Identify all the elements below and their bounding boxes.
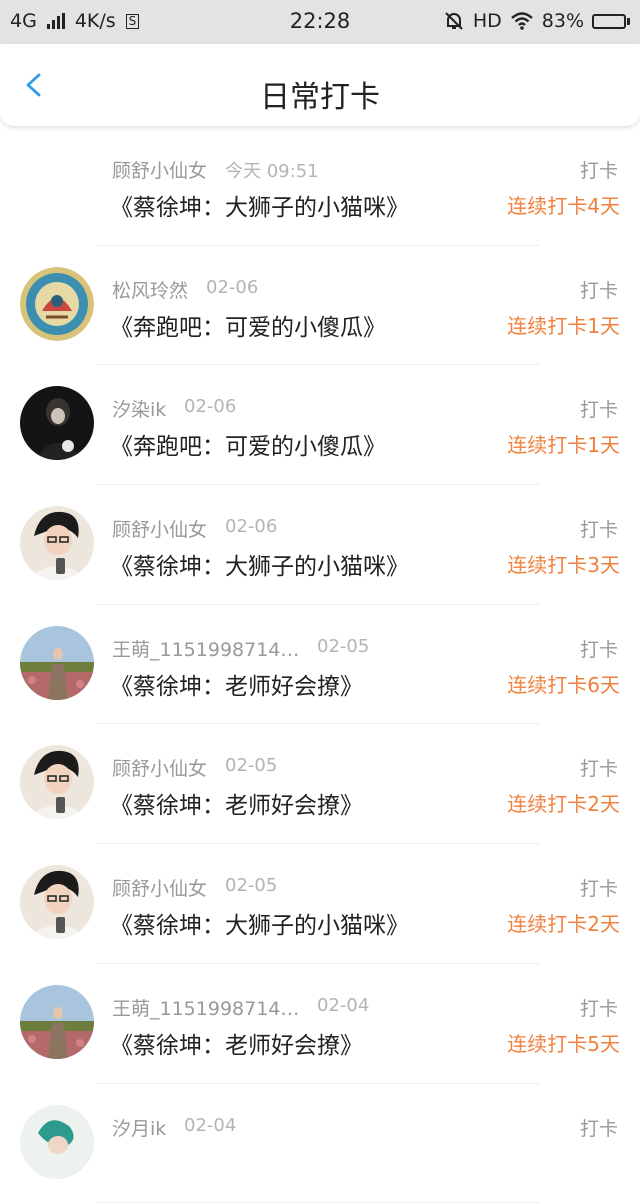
battery-icon <box>592 14 630 29</box>
book-title[interactable]: 《蔡徐坤：大狮子的小猫咪》 <box>110 906 409 940</box>
book-title[interactable]: 《蔡徐坤：老师好会撩》 <box>110 667 363 701</box>
checkin-time: 02-06 <box>206 277 258 298</box>
checkin-time: 02-05 <box>225 875 277 896</box>
streak-label: 连续打卡1天 <box>507 429 620 458</box>
book-title[interactable]: 《蔡徐坤：大狮子的小猫咪》 <box>110 188 409 222</box>
checkin-time: 02-06 <box>225 516 277 537</box>
checkin-list: 顾舒小仙女今天 09:51《蔡徐坤：大狮子的小猫咪》打卡连续打卡4天松风玲然02… <box>0 126 640 1203</box>
header: 日常打卡 <box>0 44 640 126</box>
streak-label: 连续打卡4天 <box>507 190 620 219</box>
book-title[interactable]: 《蔡徐坤：老师好会撩》 <box>110 786 363 820</box>
checkin-item[interactable]: 汐月ik 02-04 打卡 <box>0 1084 640 1203</box>
checkin-item[interactable]: 王萌_1151998714… 02-04 《蔡徐坤：老师好会撩》 打卡连续打卡5天 <box>0 964 640 1084</box>
checkin-action-label: 打卡 <box>580 635 618 662</box>
wifi-icon <box>510 11 534 31</box>
page-title: 日常打卡 <box>0 72 640 116</box>
checkin-item[interactable]: 顾舒小仙女 02-06 《蔡徐坤：大狮子的小猫咪》 打卡连续打卡3天 <box>0 485 640 605</box>
streak-label: 连续打卡2天 <box>507 908 620 937</box>
user-name: 顾舒小仙女 <box>112 754 207 781</box>
book-title[interactable]: 《奔跑吧：可爱的小傻瓜》 <box>110 308 386 342</box>
checkin-item[interactable]: 顾舒小仙女 02-05 《蔡徐坤：大狮子的小猫咪》 打卡连续打卡2天 <box>0 844 640 964</box>
user-name: 顾舒小仙女 <box>112 874 207 901</box>
checkin-action-label: 打卡 <box>580 395 618 422</box>
checkin-item[interactable]: 顾舒小仙女 02-05 《蔡徐坤：老师好会撩》 打卡连续打卡2天 <box>0 724 640 844</box>
battery-percent: 83% <box>542 10 584 32</box>
status-right: HD 83% <box>443 10 630 32</box>
avatar[interactable] <box>20 865 94 939</box>
checkin-time: 02-06 <box>184 396 236 417</box>
checkin-action-label: 打卡 <box>580 156 618 183</box>
user-name: 松风玲然 <box>112 276 188 303</box>
checkin-action-label: 打卡 <box>580 276 618 303</box>
user-name: 汐月ik <box>112 1114 166 1141</box>
streak-label: 连续打卡1天 <box>507 310 620 339</box>
streak-label: 连续打卡6天 <box>507 669 620 698</box>
avatar[interactable] <box>20 386 94 460</box>
checkin-time: 02-05 <box>317 636 369 657</box>
streak-label: 连续打卡5天 <box>507 1028 620 1057</box>
checkin-time: 02-04 <box>184 1115 236 1136</box>
checkin-action-label: 打卡 <box>580 754 618 781</box>
checkin-time: 今天 09:51 <box>225 157 319 183</box>
streak-label: 连续打卡3天 <box>507 549 620 578</box>
book-title[interactable]: 《蔡徐坤：老师好会撩》 <box>110 1026 363 1060</box>
checkin-item[interactable]: 松风玲然 02-06 《奔跑吧：可爱的小傻瓜》 打卡连续打卡1天 <box>0 246 640 366</box>
alarm-off-icon <box>443 10 465 32</box>
checkin-action-label: 打卡 <box>580 874 618 901</box>
user-name: 王萌_1151998714… <box>112 994 299 1021</box>
checkin-time: 02-04 <box>317 995 369 1016</box>
avatar[interactable] <box>20 626 94 700</box>
checkin-item[interactable]: 顾舒小仙女今天 09:51 《蔡徐坤：大狮子的小猫咪》 打卡连续打卡4天 <box>0 126 640 246</box>
book-title[interactable]: 《蔡徐坤：大狮子的小猫咪》 <box>110 547 409 581</box>
user-name: 王萌_1151998714… <box>112 635 299 662</box>
user-name: 顾舒小仙女 <box>112 156 207 183</box>
user-name: 汐染ik <box>112 395 166 422</box>
checkin-action-label: 打卡 <box>580 515 618 542</box>
checkin-item[interactable]: 汐染ik 02-06 《奔跑吧：可爱的小傻瓜》 打卡连续打卡1天 <box>0 365 640 485</box>
checkin-time: 02-05 <box>225 755 277 776</box>
avatar[interactable] <box>20 745 94 819</box>
streak-label: 连续打卡2天 <box>507 788 620 817</box>
status-bar: 4G 4K/s S 22:28 HD 83% <box>0 0 640 44</box>
avatar[interactable] <box>20 1105 94 1179</box>
avatar[interactable] <box>20 506 94 580</box>
book-title[interactable]: 《奔跑吧：可爱的小傻瓜》 <box>110 427 386 461</box>
avatar[interactable] <box>20 985 94 1059</box>
hd-label: HD <box>473 10 502 32</box>
checkin-action-label: 打卡 <box>580 1114 618 1141</box>
checkin-item[interactable]: 王萌_1151998714… 02-05 《蔡徐坤：老师好会撩》 打卡连续打卡6天 <box>0 605 640 725</box>
checkin-action-label: 打卡 <box>580 994 618 1021</box>
avatar[interactable] <box>20 267 94 341</box>
user-name: 顾舒小仙女 <box>112 515 207 542</box>
